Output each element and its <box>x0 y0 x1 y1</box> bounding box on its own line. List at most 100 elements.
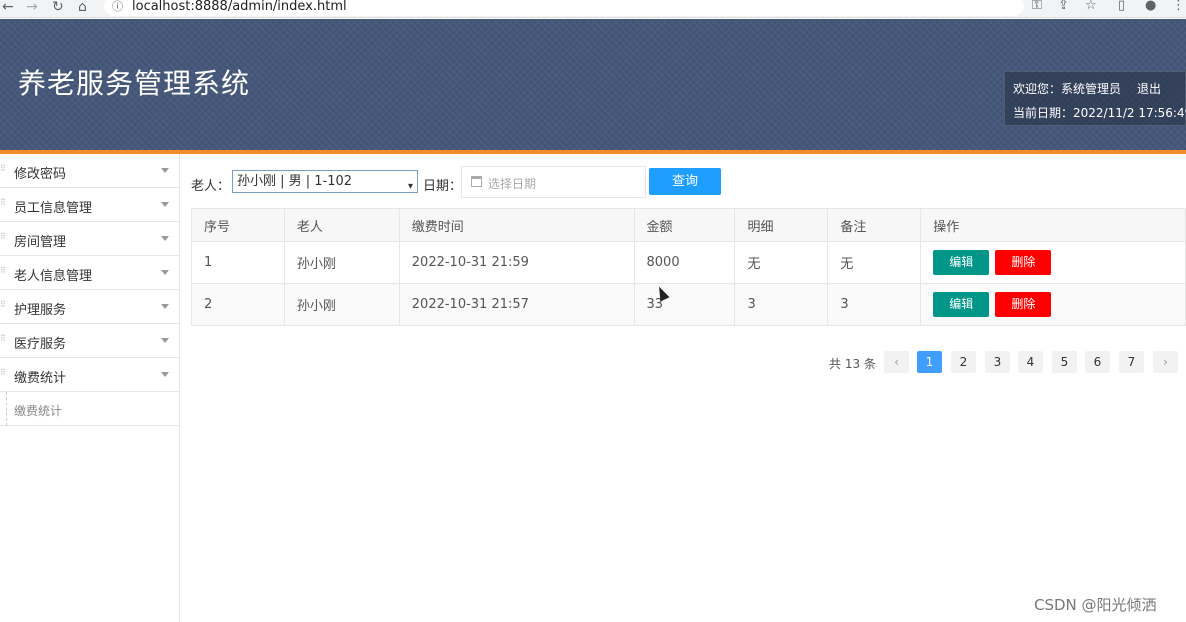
address-bar[interactable]: ⓘ localhost:8888/admin/index.html <box>104 0 1024 16</box>
watermark: CSDN @阳光倾洒 <box>1034 596 1157 614</box>
grip-icon: ⠿ <box>0 334 6 343</box>
elder-select[interactable]: 孙小刚 | 男 | 1-102 ▾ <box>232 170 418 193</box>
table-row: 2 孙小刚 2022-10-31 21:57 33 3 3 编辑 删除 <box>191 283 1186 326</box>
grip-icon: ⠿ <box>0 232 6 241</box>
cell-elder: 孙小刚 <box>283 283 400 326</box>
pager-page-5[interactable]: 5 <box>1052 351 1077 373</box>
column-header-no: 序号 <box>191 208 285 242</box>
tree-line <box>6 392 7 426</box>
cell-no: 2 <box>191 283 285 326</box>
sidebar: ⠿ 修改密码 ⠿ 员工信息管理 ⠿ 房间管理 ⠿ 老人信息管理 ⠿ 护理服务 ⠿… <box>0 154 180 622</box>
table-row: 1 孙小刚 2022-10-31 21:59 8000 无 无 编辑 删除 <box>191 241 1186 284</box>
chevron-down-icon: ▾ <box>407 181 413 192</box>
sidebar-item-staff[interactable]: ⠿ 员工信息管理 <box>0 188 179 222</box>
pager-page-6[interactable]: 6 <box>1085 351 1110 373</box>
sidebar-item-label: 老人信息管理 <box>14 269 93 284</box>
sidebar-subitem-label: 缴费统计 <box>14 404 63 418</box>
arrow-left-icon[interactable]: ← <box>2 0 14 18</box>
star-icon[interactable]: ☆ <box>1085 0 1097 18</box>
elder-filter-label: 老人： <box>191 179 231 194</box>
calendar-icon <box>471 176 482 187</box>
sidebar-item-label: 缴费统计 <box>14 371 67 386</box>
caret-down-icon <box>161 304 169 309</box>
caret-down-icon <box>161 168 169 173</box>
cell-amount: 33 <box>633 283 736 326</box>
pager-prev-button[interactable]: ‹ <box>884 351 909 373</box>
delete-button[interactable]: 删除 <box>995 292 1052 317</box>
date-placeholder: 选择日期 <box>488 177 537 191</box>
sidebar-item-label: 护理服务 <box>14 303 67 318</box>
caret-down-icon <box>161 236 169 241</box>
pager-page-1[interactable]: 1 <box>917 351 942 373</box>
column-header-detail: 明细 <box>734 208 829 242</box>
pager-next-button[interactable]: › <box>1153 351 1178 373</box>
column-header-remark: 备注 <box>827 208 922 242</box>
cell-elder: 孙小刚 <box>283 241 400 284</box>
query-button[interactable]: 查询 <box>649 168 721 195</box>
caret-down-icon <box>161 202 169 207</box>
user-info-box: 欢迎您：系统管理员 退出 当前日期：2022/11/2 17:56:49 <box>1004 71 1186 126</box>
profile-icon[interactable]: ● <box>1145 0 1156 18</box>
grip-icon: ⠿ <box>0 300 6 309</box>
sidebar-item-payments[interactable]: ⠿ 缴费统计 <box>0 358 179 392</box>
logout-link[interactable]: 退出 <box>1137 80 1161 97</box>
sidebar-item-elders[interactable]: ⠿ 老人信息管理 <box>0 256 179 290</box>
column-header-actions: 操作 <box>920 208 1186 242</box>
edit-button[interactable]: 编辑 <box>933 250 990 275</box>
cell-no: 1 <box>191 241 285 284</box>
column-header-time: 缴费时间 <box>398 208 635 242</box>
cell-actions: 编辑 删除 <box>920 241 1186 284</box>
grip-icon: ⠿ <box>0 368 6 377</box>
sidebar-item-label: 员工信息管理 <box>14 201 93 216</box>
date-input[interactable]: 选择日期 <box>461 166 646 198</box>
caret-down-icon <box>161 338 169 343</box>
date-filter-label: 日期： <box>423 179 463 194</box>
grip-icon: ⠿ <box>0 266 6 275</box>
grip-icon: ⠿ <box>0 164 6 173</box>
column-header-elder: 老人 <box>283 208 400 242</box>
payment-table: 序号 老人 缴费时间 金额 明细 备注 操作 1 孙小刚 2022-10-31 … <box>191 208 1186 326</box>
sidebar-item-label: 医疗服务 <box>14 337 67 352</box>
share-icon[interactable]: ⇪ <box>1058 0 1069 18</box>
info-icon[interactable]: ⓘ <box>112 0 123 14</box>
site-title: 养老服务管理系统 <box>18 67 251 100</box>
pager-page-7[interactable]: 7 <box>1119 351 1144 373</box>
pager-page-2[interactable]: 2 <box>951 351 976 373</box>
cell-remark: 3 <box>827 283 922 326</box>
url-text: localhost:8888/admin/index.html <box>132 0 347 14</box>
pager-page-3[interactable]: 3 <box>985 351 1010 373</box>
current-date: 当前日期：2022/11/2 17:56:49 <box>1013 106 1186 120</box>
grip-icon: ⠿ <box>0 198 6 207</box>
elder-select-value: 孙小刚 | 男 | 1-102 <box>237 174 353 189</box>
cell-remark: 无 <box>827 241 922 284</box>
cell-detail: 无 <box>734 241 829 284</box>
sidepanel-icon[interactable]: ▯ <box>1118 0 1125 18</box>
sidebar-item-medical[interactable]: ⠿ 医疗服务 <box>0 324 179 358</box>
home-icon[interactable]: ⌂ <box>78 0 87 18</box>
sidebar-item-nursing[interactable]: ⠿ 护理服务 <box>0 290 179 324</box>
caret-down-icon <box>161 270 169 275</box>
key-icon[interactable]: ⚿ <box>1032 0 1042 18</box>
cell-time: 2022-10-31 21:57 <box>398 283 635 326</box>
pager-total: 共 13 条 <box>829 357 876 371</box>
browser-toolbar: ← → ↻ ⌂ ⓘ localhost:8888/admin/index.htm… <box>0 0 1186 18</box>
cell-actions: 编辑 删除 <box>920 283 1186 326</box>
column-header-amount: 金额 <box>633 208 736 242</box>
more-icon[interactable]: ⋮ <box>1172 0 1185 18</box>
sidebar-item-label: 房间管理 <box>14 235 67 250</box>
arrow-right-icon[interactable]: → <box>26 0 38 18</box>
edit-button[interactable]: 编辑 <box>933 292 990 317</box>
sidebar-item-label: 修改密码 <box>14 167 67 182</box>
table-header-row: 序号 老人 缴费时间 金额 明细 备注 操作 <box>191 208 1186 242</box>
sidebar-item-rooms[interactable]: ⠿ 房间管理 <box>0 222 179 256</box>
welcome-text: 欢迎您：系统管理员 <box>1013 82 1122 96</box>
pager-page-4[interactable]: 4 <box>1018 351 1043 373</box>
cell-detail: 3 <box>734 283 829 326</box>
reload-icon[interactable]: ↻ <box>52 0 64 18</box>
delete-button[interactable]: 删除 <box>995 250 1052 275</box>
sidebar-item-change-password[interactable]: ⠿ 修改密码 <box>0 154 179 188</box>
caret-down-icon <box>161 372 169 377</box>
sidebar-subitem-payment-stats[interactable]: 缴费统计 <box>0 392 179 426</box>
cell-time: 2022-10-31 21:59 <box>398 241 635 284</box>
cell-amount: 8000 <box>633 241 736 284</box>
